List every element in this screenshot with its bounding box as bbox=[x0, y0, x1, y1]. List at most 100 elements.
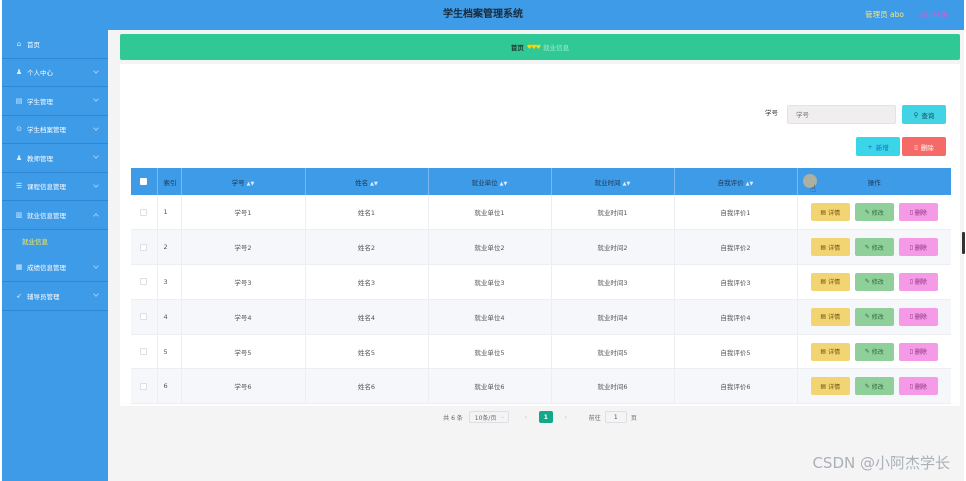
cell-actions: ▤ 详情 ✎ 修改 ▯ 删除 bbox=[797, 334, 951, 370]
detail-button[interactable]: ▤ 详情 bbox=[810, 342, 850, 361]
select-all-cell[interactable] bbox=[131, 168, 158, 195]
sidebar-item-label: 首页 bbox=[27, 40, 40, 49]
column-header-student-no[interactable]: 学号 ▲▼ bbox=[181, 168, 306, 195]
edit-button[interactable]: ✎ 修改 bbox=[854, 238, 894, 257]
detail-button[interactable]: ▤ 详情 bbox=[810, 307, 850, 326]
table-row[interactable]: 5 学号5 姓名5 就业单位5 就业时间5 自我评价5 ▤ 详情 ✎ 修改 ▯ 删除 bbox=[131, 334, 951, 370]
row-select-cell[interactable] bbox=[131, 299, 158, 335]
edit-button[interactable]: ✎ 修改 bbox=[854, 203, 894, 222]
current-user[interactable]: 管理员 abo bbox=[865, 0, 904, 30]
row-select-cell[interactable] bbox=[131, 334, 158, 370]
sidebar-item-home[interactable]: ⌂ 首页 bbox=[2, 30, 108, 59]
row-checkbox[interactable] bbox=[140, 278, 148, 286]
sort-icon[interactable]: ▲▼ bbox=[500, 181, 508, 187]
breadcrumb-home[interactable]: 首页 bbox=[511, 42, 524, 52]
sidebar: ⌂ 首页 ♟ 个人中心 ▤ 学生管理 ⊙ 学生档案管理 ♟ 教师管理 ☰ 课程信… bbox=[2, 30, 108, 481]
sidebar-item-counselor-management[interactable]: ➶ 辅导员管理 bbox=[2, 282, 108, 311]
sidebar-item-grade-management[interactable]: ▦ 成绩信息管理 bbox=[2, 254, 108, 282]
detail-label: 详情 bbox=[828, 349, 841, 357]
delete-button[interactable]: ▯ 删除 bbox=[898, 377, 938, 396]
page-size-select[interactable]: 10条/页 ⌄ bbox=[468, 411, 509, 423]
cell-student-no: 学号2 bbox=[181, 229, 306, 266]
column-header-employer[interactable]: 就业单位 ▲▼ bbox=[428, 168, 552, 195]
delete-label: 删除 bbox=[914, 244, 927, 252]
table-row[interactable]: 4 学号4 姓名4 就业单位4 就业时间4 自我评价4 ▤ 详情 ✎ 修改 ▯ 删除 bbox=[131, 299, 951, 335]
search-icon: ⚲ bbox=[913, 110, 919, 119]
query-button[interactable]: ⚲ 查询 bbox=[902, 105, 946, 124]
hand-cursor-icon: ☝ bbox=[810, 184, 817, 195]
detail-button[interactable]: ▤ 详情 bbox=[810, 272, 850, 291]
batch-delete-button[interactable]: ▯ 删除 bbox=[902, 137, 946, 156]
sidebar-item-label: 成绩信息管理 bbox=[27, 264, 66, 273]
row-checkbox[interactable] bbox=[140, 243, 148, 251]
sidebar-subitem-employment-info[interactable]: 就业信息 bbox=[2, 229, 108, 254]
delete-button[interactable]: ▯ 删除 bbox=[898, 342, 938, 361]
sidebar-item-personal-center[interactable]: ♟ 个人中心 bbox=[2, 59, 108, 87]
edit-button[interactable]: ✎ 修改 bbox=[854, 272, 894, 291]
page-number-button[interactable]: 1 bbox=[538, 411, 553, 423]
row-checkbox[interactable] bbox=[140, 348, 148, 356]
prev-page-button[interactable]: ‹ bbox=[518, 411, 533, 423]
table-row[interactable]: 3 学号3 姓名3 就业单位3 就业时间3 自我评价3 ▤ 详情 ✎ 修改 ▯ 删除 bbox=[131, 264, 951, 300]
row-select-cell[interactable] bbox=[131, 195, 158, 231]
row-checkbox[interactable] bbox=[140, 313, 148, 321]
goto-label: 前往 bbox=[588, 414, 601, 422]
delete-label: 删除 bbox=[914, 279, 927, 287]
sidebar-item-employment-management[interactable]: ▥ 就业信息管理 bbox=[2, 201, 108, 230]
sort-icon[interactable]: ▲▼ bbox=[746, 181, 754, 187]
cell-employment-time: 就业时间2 bbox=[551, 229, 675, 266]
pagination: 共 6 条 10条/页 ⌄ ‹ 1 › 前往 1 页 bbox=[120, 410, 960, 424]
table-row[interactable]: 1 学号1 姓名1 就业单位1 就业时间1 自我评价1 ▤ 详情 ✎ 修改 ▯ 删除 bbox=[131, 195, 951, 231]
edit-label: 修改 bbox=[871, 314, 884, 322]
row-checkbox[interactable] bbox=[140, 208, 148, 216]
row-checkbox[interactable] bbox=[140, 382, 148, 390]
delete-button[interactable]: ▯ 删除 bbox=[898, 238, 938, 257]
detail-button[interactable]: ▤ 详情 bbox=[810, 203, 850, 222]
next-page-button[interactable]: › bbox=[558, 411, 573, 423]
delete-button[interactable]: ▯ 删除 bbox=[898, 307, 938, 326]
edge-scroll-handle[interactable] bbox=[962, 232, 965, 254]
detail-button[interactable]: ▤ 详情 bbox=[810, 377, 850, 396]
edit-label: 修改 bbox=[871, 349, 884, 357]
plus-icon: + bbox=[867, 142, 873, 151]
add-button[interactable]: + 新增 bbox=[856, 137, 900, 156]
row-select-cell[interactable] bbox=[131, 229, 158, 266]
edit-icon: ✎ bbox=[864, 208, 870, 216]
select-all-checkbox[interactable] bbox=[140, 178, 148, 185]
sort-icon[interactable]: ▲▼ bbox=[370, 181, 378, 187]
detail-label: 详情 bbox=[828, 279, 841, 287]
sidebar-item-student-archive[interactable]: ⊙ 学生档案管理 bbox=[2, 116, 108, 144]
edit-button[interactable]: ✎ 修改 bbox=[854, 377, 894, 396]
sort-icon[interactable]: ▲▼ bbox=[247, 181, 255, 187]
edit-label: 修改 bbox=[871, 209, 884, 217]
breadcrumb-current: 就业信息 bbox=[543, 44, 570, 52]
cell-student-no: 学号1 bbox=[181, 195, 306, 231]
row-select-cell[interactable] bbox=[131, 264, 158, 300]
student-no-search-input[interactable] bbox=[787, 105, 896, 124]
list-icon: ☰ bbox=[15, 182, 23, 191]
column-header-employment-time[interactable]: 就业时间 ▲▼ bbox=[551, 168, 675, 195]
sidebar-item-teacher-management[interactable]: ♟ 教师管理 bbox=[2, 144, 108, 173]
table-row[interactable]: 2 学号2 姓名2 就业单位2 就业时间2 自我评价2 ▤ 详情 ✎ 修改 ▯ 删除 bbox=[131, 229, 951, 266]
logout-link[interactable]: 退出登录 bbox=[918, 0, 948, 30]
delete-button[interactable]: ▯ 删除 bbox=[898, 203, 938, 222]
delete-button[interactable]: ▯ 删除 bbox=[898, 272, 938, 291]
detail-button[interactable]: ▤ 详情 bbox=[810, 238, 850, 257]
sort-icon[interactable]: ▲▼ bbox=[623, 181, 631, 187]
edit-button[interactable]: ✎ 修改 bbox=[854, 342, 894, 361]
cell-actions: ▤ 详情 ✎ 修改 ▯ 删除 bbox=[797, 229, 951, 266]
column-header-label: 学号 bbox=[231, 178, 245, 187]
sidebar-item-student-management[interactable]: ▤ 学生管理 bbox=[2, 87, 108, 116]
sidebar-item-course-management[interactable]: ☰ 课程信息管理 bbox=[2, 173, 108, 201]
table-row[interactable]: 6 学号6 姓名6 就业单位6 就业时间6 自我评价6 ▤ 详情 ✎ 修改 ▯ 删除 bbox=[131, 368, 951, 405]
column-header-name[interactable]: 姓名 ▲▼ bbox=[305, 168, 429, 195]
trash-icon: ▯ bbox=[909, 208, 913, 216]
delete-button-label: 删除 bbox=[920, 143, 934, 152]
cell-actions: ▤ 详情 ✎ 修改 ▯ 删除 bbox=[797, 264, 951, 300]
cell-self-eval: 自我评价6 bbox=[674, 368, 798, 405]
page-unit-label: 页 bbox=[630, 414, 637, 422]
row-select-cell[interactable] bbox=[131, 368, 158, 405]
edit-button[interactable]: ✎ 修改 bbox=[854, 307, 894, 326]
column-header-self-eval[interactable]: 自我评价 ▲▼ bbox=[674, 168, 798, 195]
goto-page-input[interactable]: 1 bbox=[604, 411, 627, 423]
